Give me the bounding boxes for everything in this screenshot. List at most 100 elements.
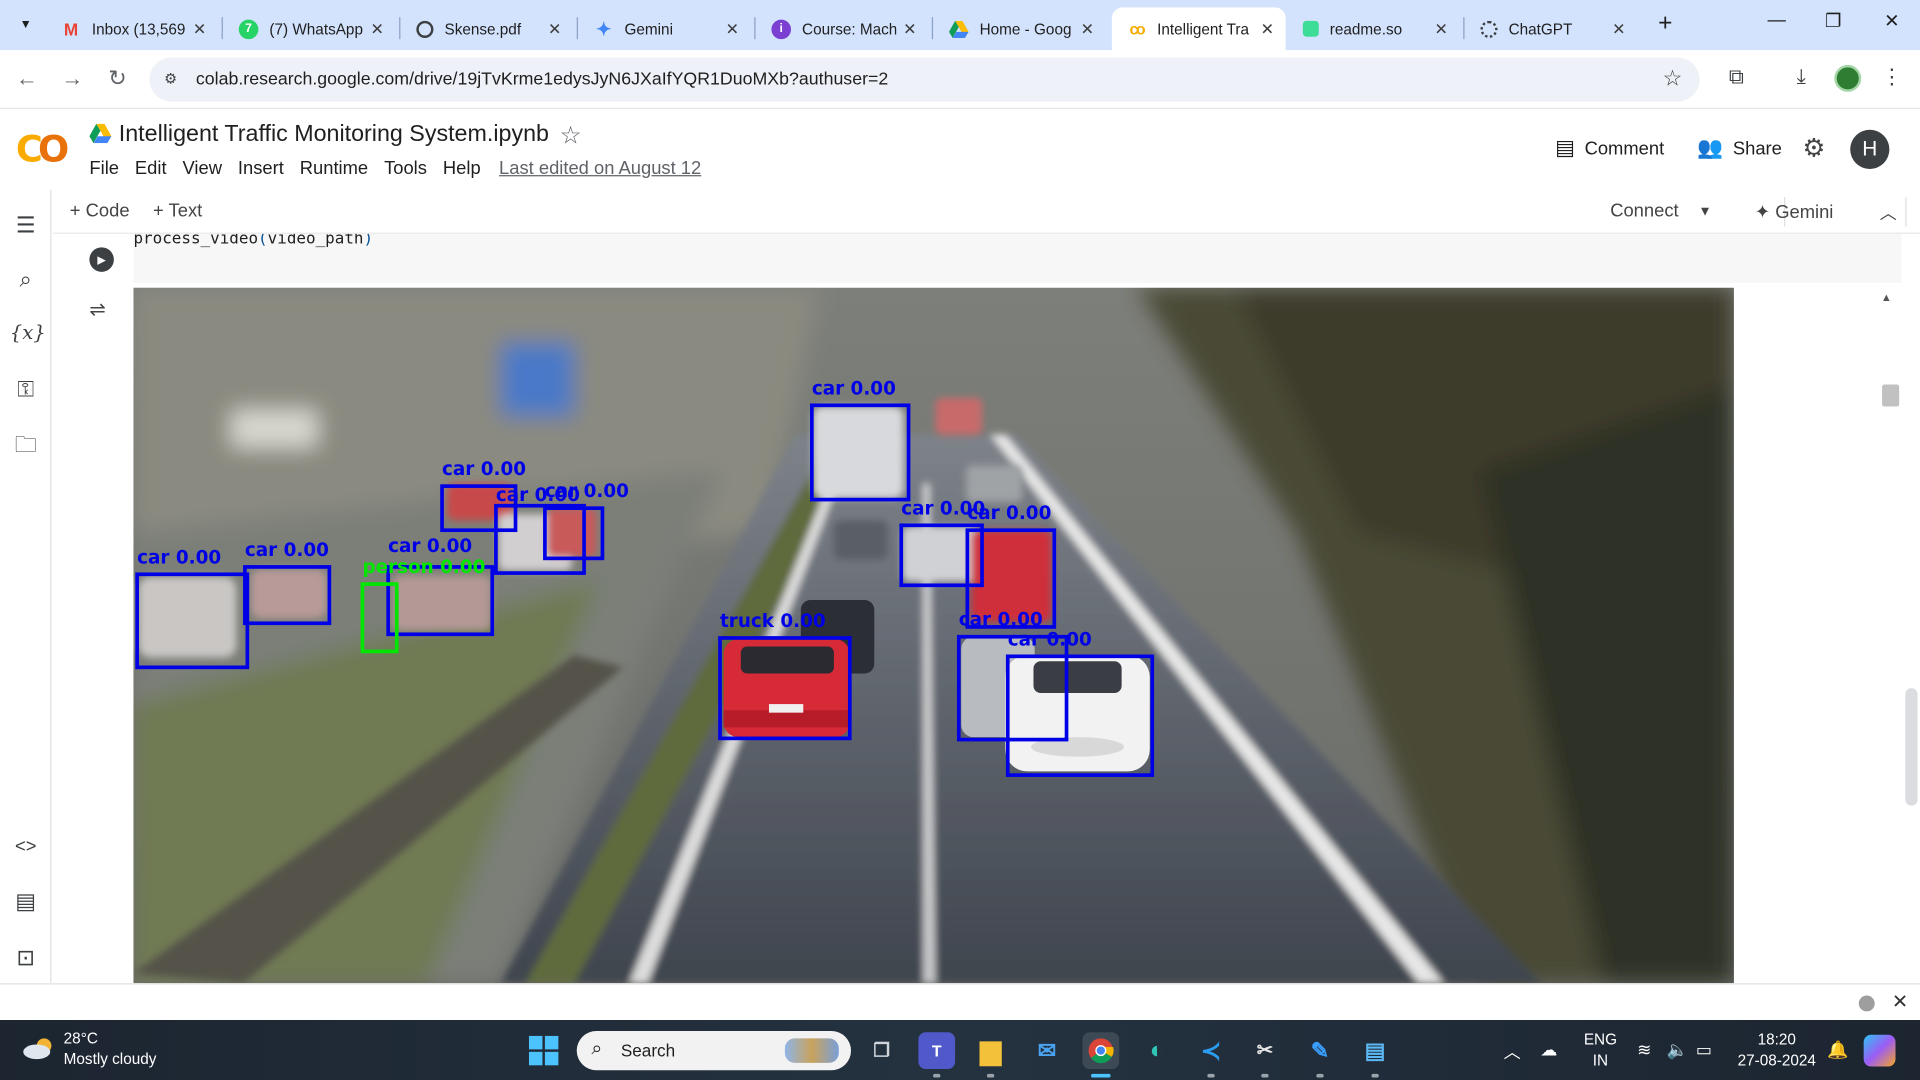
menu-help[interactable]: Help <box>443 158 481 179</box>
close-icon[interactable]: ✕ <box>1428 19 1455 39</box>
code-cell[interactable]: process_video(video_path) <box>133 233 1902 283</box>
site-info-icon[interactable]: ⚙ <box>164 70 184 90</box>
forward-arrow-icon[interactable]: → <box>58 65 87 94</box>
snipping-tool-icon[interactable]: ✂ <box>1247 1032 1284 1069</box>
output-scrollbar[interactable]: ▲ <box>1871 289 1900 982</box>
command-palette-icon[interactable]: ▤ <box>10 885 42 917</box>
colab-logo-icon[interactable]: CO <box>16 129 69 172</box>
tab-google-drive[interactable]: Home - Goog ✕ <box>934 7 1105 50</box>
tab-skense-pdf[interactable]: Skense.pdf ✕ <box>402 7 573 50</box>
notebook-title[interactable]: Intelligent Traffic Monitoring System.ip… <box>119 121 549 148</box>
menu-file[interactable]: File <box>89 158 119 179</box>
paint-icon[interactable]: ✎ <box>1302 1032 1339 1069</box>
comment-button[interactable]: ▤ Comment <box>1555 136 1664 160</box>
clock-time[interactable]: 18:20 <box>1727 1031 1827 1048</box>
weather-temperature[interactable]: 28°C <box>64 1030 98 1047</box>
mail-icon[interactable]: ✉ <box>1029 1032 1066 1069</box>
terminal-icon[interactable]: ⊡ <box>10 942 42 974</box>
output-toggle-icon[interactable]: ⇌ <box>89 298 105 322</box>
code-line[interactable]: process_video(video_path) <box>133 234 373 249</box>
notification-bell-icon[interactable]: 🔔 <box>1827 1040 1848 1061</box>
cloud-weather-icon[interactable] <box>22 1036 56 1060</box>
language-indicator[interactable]: ENG <box>1577 1031 1624 1048</box>
connect-button[interactable]: Connect <box>1610 201 1678 222</box>
table-of-contents-icon[interactable]: ☰ <box>10 209 42 241</box>
settings-gear-icon[interactable]: ⚙ <box>1802 133 1825 164</box>
weather-description[interactable]: Mostly cloudy <box>64 1051 157 1068</box>
tab-search-button[interactable]: ▼ <box>11 10 40 39</box>
browser-menu-icon[interactable]: ⋮ <box>1877 65 1906 94</box>
close-icon[interactable]: ✕ <box>186 19 213 39</box>
close-icon[interactable]: ✕ <box>364 19 391 39</box>
notepad-icon[interactable]: ▤ <box>1357 1032 1394 1069</box>
menu-view[interactable]: View <box>182 158 221 179</box>
secrets-key-icon[interactable]: ⚿ <box>10 373 42 405</box>
scroll-thumb[interactable] <box>1882 384 1900 407</box>
search-icon[interactable]: ⌕ <box>10 263 42 295</box>
close-icon[interactable]: ✕ <box>1254 19 1281 39</box>
scroll-up-icon[interactable]: ▲ <box>1881 291 1892 303</box>
volume-icon[interactable]: 🔈 <box>1667 1040 1688 1061</box>
star-icon[interactable]: ☆ <box>560 120 582 151</box>
share-button[interactable]: 👥 Share <box>1697 136 1782 160</box>
tab-course[interactable]: i Course: Mach ✕ <box>757 7 928 50</box>
vscode-icon[interactable]: ≺ <box>1193 1032 1230 1069</box>
chevron-up-icon[interactable]: ︿ <box>1880 201 1897 225</box>
region-indicator[interactable]: IN <box>1577 1052 1624 1069</box>
folder-icon[interactable]: 🗀 <box>10 429 42 461</box>
tab-readme[interactable]: readme.so ✕ <box>1288 7 1459 50</box>
chevron-up-icon[interactable]: ︿ <box>1504 1040 1521 1064</box>
extensions-icon[interactable]: ⧉ <box>1722 65 1751 94</box>
add-text-button[interactable]: + Text <box>153 201 202 222</box>
menu-insert[interactable]: Insert <box>238 158 284 179</box>
close-icon[interactable]: ✕ <box>1074 19 1101 39</box>
new-tab-button[interactable]: + <box>1651 10 1680 39</box>
close-icon[interactable]: ✕ <box>719 19 746 39</box>
bookmark-star-icon[interactable]: ☆ <box>1663 66 1683 92</box>
taskbar-search[interactable]: ⌕ Search <box>576 1031 852 1071</box>
last-edited-link[interactable]: Last edited on August 12 <box>499 158 701 179</box>
variables-icon[interactable]: {x} <box>10 317 46 349</box>
add-code-button[interactable]: + Code <box>70 201 130 222</box>
menu-edit[interactable]: Edit <box>135 158 167 179</box>
code-snippets-icon[interactable]: <> <box>10 831 42 863</box>
reload-icon[interactable]: ↻ <box>103 65 132 94</box>
back-arrow-icon[interactable]: ← <box>12 65 41 94</box>
minimize-button[interactable]: — <box>1758 10 1795 39</box>
teams-icon[interactable]: T <box>918 1032 956 1069</box>
avatar[interactable]: H <box>1850 129 1890 169</box>
windows-start-icon[interactable] <box>528 1035 559 1066</box>
edge-icon[interactable]: ◐ <box>1139 1032 1176 1069</box>
run-cell-button[interactable]: ▶ <box>89 247 114 272</box>
url-text[interactable]: colab.research.google.com/drive/19jTvKrm… <box>196 70 888 90</box>
download-icon[interactable]: ⤓ <box>1787 65 1816 94</box>
profile-avatar-icon[interactable] <box>1834 64 1862 92</box>
close-icon[interactable]: ✕ <box>1892 989 1908 1013</box>
onedrive-cloud-icon[interactable]: ☁ <box>1540 1040 1557 1061</box>
menu-tools[interactable]: Tools <box>384 158 427 179</box>
window-close-button[interactable]: ✕ <box>1873 10 1910 39</box>
close-icon[interactable]: ✕ <box>896 19 923 39</box>
restore-button[interactable]: ❐ <box>1815 10 1852 39</box>
file-explorer-icon[interactable]: ▆ <box>972 1032 1009 1069</box>
tab-whatsapp[interactable]: 7 (7) WhatsApp ✕ <box>224 7 395 50</box>
close-icon[interactable]: ✕ <box>1605 19 1632 39</box>
drive-icon[interactable] <box>89 123 112 144</box>
menu-runtime[interactable]: Runtime <box>300 158 368 179</box>
copilot-icon[interactable] <box>1863 1034 1896 1067</box>
gemini-button[interactable]: ✦ Gemini <box>1755 201 1834 223</box>
browser-tab-strip: ▼ M Inbox (13,569 ✕ 7 (7) WhatsApp ✕ Ske… <box>0 0 1920 51</box>
tab-colab-active[interactable]: co Intelligent Tra ✕ <box>1111 7 1286 51</box>
close-icon[interactable]: ✕ <box>541 19 568 39</box>
task-view-icon[interactable]: ❐ <box>863 1032 900 1069</box>
tab-gemini[interactable]: ✦ Gemini ✕ <box>579 7 750 50</box>
tab-chatgpt[interactable]: ChatGPT ✕ <box>1466 7 1637 50</box>
address-bar[interactable]: ⚙ colab.research.google.com/drive/19jTvK… <box>149 57 1700 102</box>
battery-icon[interactable]: ▭ <box>1696 1040 1712 1061</box>
tab-gmail[interactable]: M Inbox (13,569 ✕ <box>47 7 218 50</box>
wifi-icon[interactable]: ≋ <box>1637 1040 1651 1061</box>
chrome-icon[interactable] <box>1082 1032 1120 1069</box>
chevron-down-icon[interactable]: ▼ <box>1698 204 1711 219</box>
clock-date[interactable]: 27-08-2024 <box>1727 1052 1827 1069</box>
page-scrollbar[interactable] <box>1905 688 1918 806</box>
